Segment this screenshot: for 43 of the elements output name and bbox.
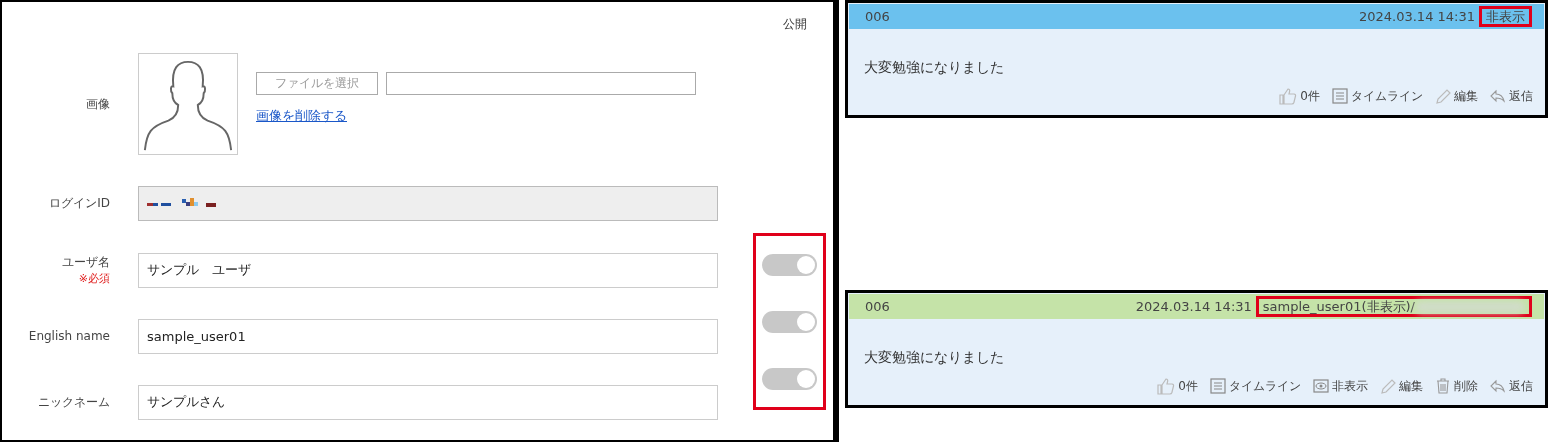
trash-icon bbox=[1435, 378, 1451, 394]
thumbs-up-icon bbox=[1157, 377, 1176, 395]
comment-action-link[interactable]: 編集 bbox=[1435, 87, 1478, 105]
field-label: ニックネーム bbox=[38, 393, 110, 411]
comment-action-link[interactable]: 0件 bbox=[1279, 87, 1320, 105]
list-icon bbox=[1332, 88, 1348, 104]
comment-action-link[interactable]: 返信 bbox=[1490, 377, 1533, 395]
comment-action-link[interactable]: タイムライン bbox=[1210, 377, 1301, 395]
comment-number: 006 bbox=[865, 299, 891, 314]
field-label: ログインID bbox=[49, 196, 110, 210]
eye-icon bbox=[1313, 378, 1329, 394]
comment-action-link[interactable]: 0件 bbox=[1157, 377, 1198, 395]
pencil-icon bbox=[1380, 378, 1396, 394]
comment-action-link[interactable]: タイムライン bbox=[1332, 87, 1423, 105]
comment-datetime: 2024.03.14 14:31 bbox=[1135, 299, 1252, 314]
public-toggle[interactable] bbox=[762, 367, 817, 390]
text-field[interactable]: サンプルさん bbox=[138, 384, 718, 420]
public-toggle[interactable] bbox=[762, 310, 817, 333]
comment-number: 006 bbox=[865, 9, 891, 24]
field-label: English name bbox=[28, 329, 110, 343]
required-note: ※必須 bbox=[78, 271, 110, 286]
comment-action-link[interactable]: 非表示 bbox=[1313, 377, 1368, 395]
public-toggle[interactable] bbox=[762, 253, 817, 276]
thumbs-up-icon bbox=[1279, 87, 1298, 105]
delete-image-link[interactable]: 画像を削除する bbox=[256, 106, 696, 125]
pencil-icon bbox=[1435, 88, 1451, 104]
comment-action-link[interactable]: 返信 bbox=[1490, 87, 1533, 105]
status-text: 非表示 bbox=[1486, 7, 1525, 26]
reply-arrow-icon bbox=[1490, 88, 1506, 104]
field-label: ユーザ名 bbox=[62, 254, 110, 271]
comment-action-link[interactable]: 削除 bbox=[1435, 377, 1478, 395]
field-label: 画像 bbox=[86, 96, 110, 111]
file-name-field[interactable] bbox=[386, 71, 696, 95]
comment-datetime: 2024.03.14 14:31 bbox=[1358, 9, 1475, 24]
public-header: 公開 bbox=[783, 16, 807, 33]
reply-arrow-icon bbox=[1490, 378, 1506, 394]
comment-message: 大変勉強になりました bbox=[864, 349, 1005, 367]
text-field[interactable]: サンプル ユーザ bbox=[138, 252, 718, 288]
comment-action-link[interactable]: 編集 bbox=[1380, 377, 1423, 395]
list-icon bbox=[1210, 378, 1226, 394]
comment-message: 大変勉強になりました bbox=[864, 59, 1005, 77]
text-field[interactable]: sample_user01 bbox=[138, 318, 718, 354]
status-text: sample_user01(非表示)/ bbox=[1262, 297, 1415, 316]
